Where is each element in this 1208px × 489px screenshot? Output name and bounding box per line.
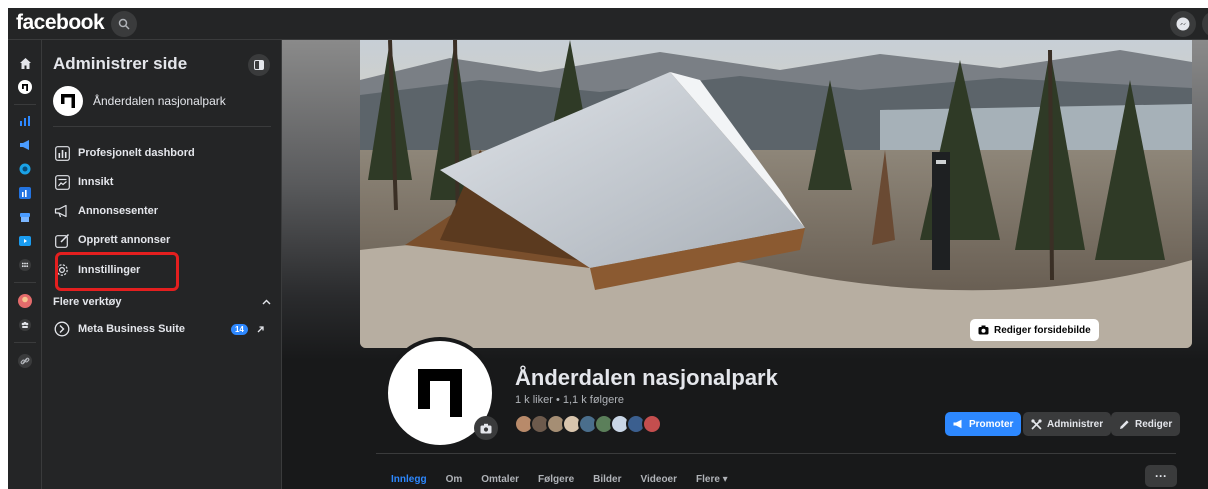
- business-rail-item[interactable]: [11, 158, 39, 180]
- grid-icon: [19, 259, 31, 271]
- messenger-button[interactable]: [1170, 11, 1196, 37]
- menu-item-label: Annonsesenter: [78, 205, 159, 217]
- tools-icon: [1031, 418, 1042, 430]
- megaphone-icon: [19, 140, 29, 150]
- chevron-up-icon: [262, 299, 271, 305]
- messenger-icon: [1176, 17, 1190, 31]
- video-icon: [19, 236, 31, 246]
- menu-item-create-ads[interactable]: Opprett annonser: [53, 228, 271, 252]
- menu-item-meta-business-suite[interactable]: Meta Business Suite 14: [53, 317, 271, 341]
- user-avatar-icon: [18, 294, 32, 308]
- menu-item-professional-dashboard[interactable]: Profesjonelt dashbord: [53, 141, 271, 165]
- menu-item-insights[interactable]: Innsikt: [53, 170, 271, 194]
- tab-reviews[interactable]: Omtaler: [481, 474, 519, 485]
- tab-more[interactable]: Flere ▾: [696, 474, 728, 485]
- more-tools-section[interactable]: Flere verktøy: [53, 293, 271, 311]
- dashboard-rail-item[interactable]: [11, 110, 39, 132]
- external-link-icon: [257, 325, 264, 332]
- meta-business-suite-icon: [53, 320, 71, 338]
- notification-badge: 14: [230, 323, 248, 335]
- edit-cover-button[interactable]: Rediger forsidebilde: [970, 319, 1099, 341]
- pencil-icon: [1120, 419, 1129, 429]
- menu-item-label: Meta Business Suite: [78, 323, 185, 335]
- menu-item-label: Innsikt: [78, 176, 114, 188]
- panel-separator: [53, 126, 271, 127]
- rail-separator: [14, 282, 36, 283]
- page-logo-icon: [418, 369, 462, 417]
- page-stats[interactable]: 1 k liker • 1,1 k følgere: [515, 394, 624, 406]
- more-options-button[interactable]: ···: [1145, 465, 1177, 487]
- edit-page-button[interactable]: Rediger: [1111, 412, 1181, 436]
- follower-avatar[interactable]: [642, 414, 662, 434]
- link-rail-item[interactable]: [11, 350, 39, 372]
- promote-button[interactable]: Promoter: [945, 412, 1022, 436]
- top-bar: facebook: [8, 8, 1208, 40]
- cover-photo-image: [360, 40, 1192, 348]
- page-rail-item[interactable]: [11, 76, 39, 98]
- facebook-app: facebook Administrer side Ånderdalen nas…: [8, 8, 1208, 489]
- sidebar-toggle-icon: [254, 60, 264, 70]
- rail-separator: [14, 104, 36, 105]
- page-tabs: Innlegg Om Omtaler Følgere Bilder Videoe…: [391, 470, 747, 488]
- edit-icon: [53, 231, 71, 249]
- bar-chart-icon: [20, 116, 30, 126]
- follower-avatars[interactable]: [514, 414, 662, 436]
- tab-photos[interactable]: Bilder: [593, 474, 621, 485]
- search-icon: [118, 18, 130, 30]
- tab-videos[interactable]: Videoer: [641, 474, 678, 485]
- tab-followers[interactable]: Følgere: [538, 474, 574, 485]
- page-logo-icon: [61, 94, 75, 108]
- facebook-logo[interactable]: facebook: [16, 11, 105, 35]
- edit-profile-picture-button[interactable]: [474, 416, 498, 440]
- page-avatar-icon: [18, 80, 32, 94]
- promote-label: Promoter: [969, 418, 1014, 430]
- cover-photo[interactable]: [360, 40, 1192, 348]
- link-icon: [18, 354, 32, 368]
- home-rail-item[interactable]: [11, 52, 39, 74]
- insights-icon: [53, 173, 71, 191]
- shop-rail-item[interactable]: [11, 206, 39, 228]
- page-avatar: [53, 86, 83, 116]
- circle-target-icon: [19, 163, 31, 175]
- tab-about[interactable]: Om: [446, 474, 463, 485]
- shop-icon: [20, 213, 30, 222]
- ads-rail-item[interactable]: [11, 134, 39, 156]
- home-icon: [19, 57, 31, 69]
- megaphone-icon: [953, 419, 962, 429]
- manage-page-panel: Administrer side Ånderdalen nasjonalpark…: [42, 40, 282, 489]
- menu-item-label: Profesjonelt dashbord: [78, 147, 195, 159]
- camera-icon: [978, 325, 989, 335]
- camera-icon: [480, 423, 492, 433]
- avatar-rail-item[interactable]: [11, 290, 39, 312]
- groups-icon: [19, 319, 31, 331]
- collapse-panel-button[interactable]: [248, 54, 270, 76]
- tabs-separator: [376, 453, 1176, 454]
- video-rail-item[interactable]: [11, 230, 39, 252]
- groups-rail-item[interactable]: [11, 314, 39, 336]
- manage-label: Administrer: [1047, 418, 1104, 430]
- dashboard-icon: [53, 144, 71, 162]
- page-name: Ånderdalen nasjonalpark: [93, 94, 226, 108]
- settings-highlight-annotation: [55, 252, 179, 291]
- edit-cover-label: Rediger forsidebilde: [994, 324, 1091, 336]
- menu-button[interactable]: [1202, 11, 1208, 37]
- menu-item-ad-center[interactable]: Annonsesenter: [53, 199, 271, 223]
- insights-rail-item[interactable]: [11, 182, 39, 204]
- search-button[interactable]: [111, 11, 137, 37]
- chart-square-icon: [19, 187, 31, 199]
- left-rail: [8, 40, 42, 489]
- menu-item-label: Opprett annonser: [78, 234, 171, 246]
- panel-title: Administrer side: [53, 54, 188, 73]
- all-tools-rail-item[interactable]: [11, 254, 39, 276]
- edit-label: Rediger: [1135, 418, 1173, 430]
- page-title: Ånderdalen nasjonalpark: [515, 365, 778, 390]
- tab-posts[interactable]: Innlegg: [391, 474, 427, 485]
- manage-button[interactable]: Administrer: [1023, 412, 1112, 436]
- page-main: Rediger forsidebilde Ånderdalen nasjonal…: [282, 40, 1208, 489]
- page-switcher[interactable]: Ånderdalen nasjonalpark: [53, 86, 226, 116]
- megaphone-icon: [53, 202, 71, 220]
- section-title: Flere verktøy: [53, 296, 122, 308]
- rail-separator: [14, 342, 36, 343]
